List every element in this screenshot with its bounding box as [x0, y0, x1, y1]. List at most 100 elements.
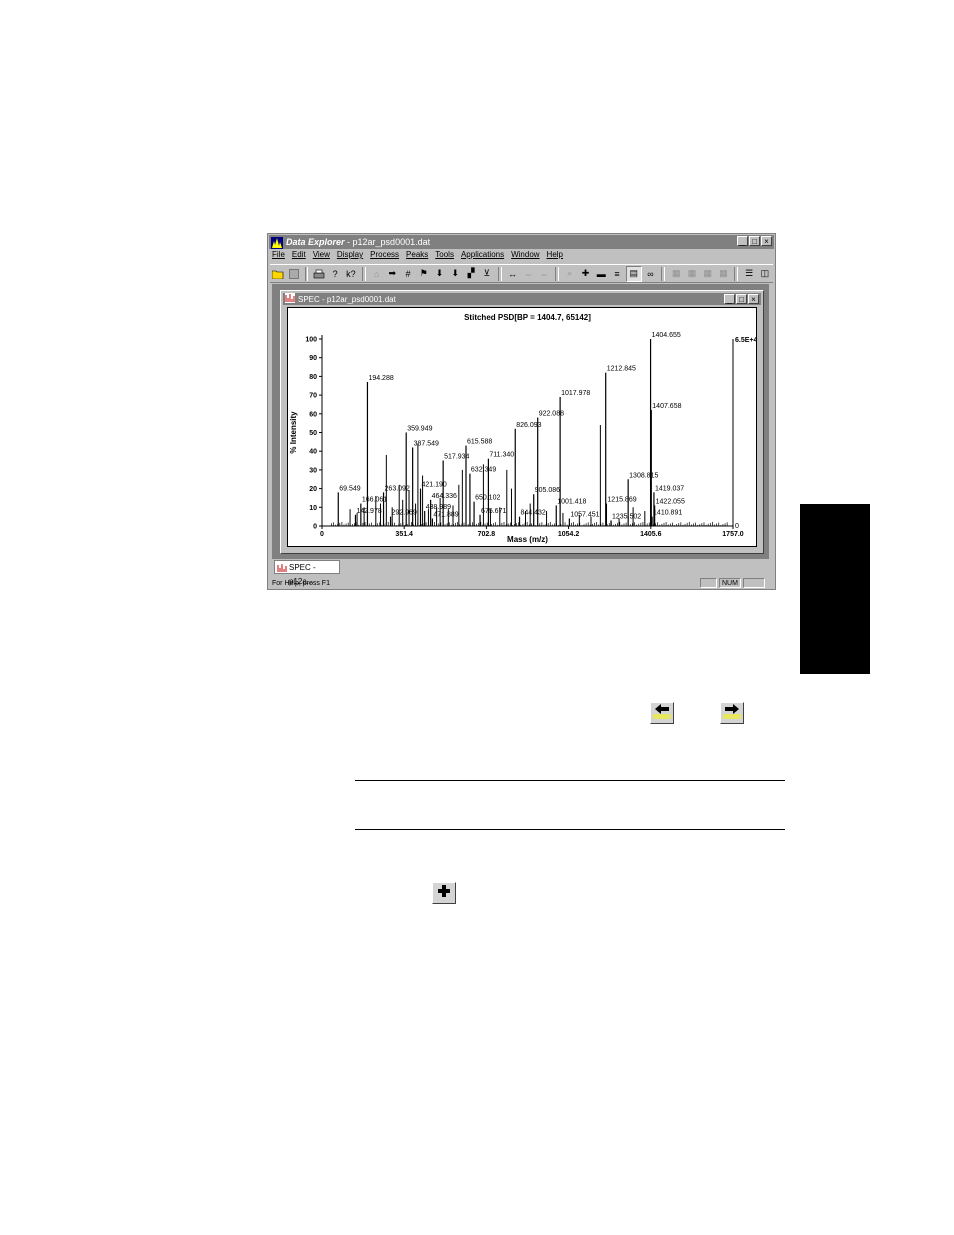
chapter-thumb-tab: [800, 504, 870, 674]
layout-b-icon[interactable]: ◫: [758, 267, 772, 281]
y-tick-label: 90: [309, 355, 317, 362]
peak-label: 1404.655: [652, 332, 681, 339]
note-rule-bottom: [355, 829, 785, 830]
arrow-right-icon: [723, 703, 741, 724]
y-tick-label: 30: [309, 467, 317, 474]
minus-icon[interactable]: ▬: [594, 267, 608, 281]
x-axis-label: Mass (m/z): [507, 535, 548, 544]
peak-label: 387.549: [414, 440, 439, 447]
menu-help[interactable]: Help: [547, 250, 563, 262]
spectrum-plot[interactable]: Stitched PSD[BP = 1404.7, 65142] Mass (m/…: [287, 307, 757, 547]
max-intensity-label: 6.5E+4: [735, 337, 756, 344]
open-icon[interactable]: [271, 267, 285, 281]
tile-4-icon[interactable]: ▦: [717, 267, 731, 281]
menu-view[interactable]: View: [313, 250, 330, 262]
save-icon[interactable]: [287, 267, 301, 281]
spectrum-title: SPEC - p12ar_psd0001.dat: [298, 294, 396, 304]
peak-label: 650.102: [475, 495, 500, 502]
forward-icon[interactable]: ⇔: [537, 267, 551, 281]
peak-label: 1017.978: [561, 390, 590, 397]
menu-tools[interactable]: Tools: [435, 250, 454, 262]
spectrum-minimize-button[interactable]: _: [724, 294, 735, 304]
y-tick-label: 40: [309, 449, 317, 456]
peak-list-icon[interactable]: ≡: [610, 267, 624, 281]
x-tick-label: 1757.0: [722, 531, 744, 538]
spectrum-maximize-button[interactable]: □: [736, 294, 747, 304]
menu-applications[interactable]: Applications: [461, 250, 504, 262]
status-bar: For Help, press F1 NUM: [270, 578, 773, 589]
peak-label: 194.288: [368, 375, 393, 382]
peak-label-icon[interactable]: ⌂: [370, 267, 384, 281]
print-icon[interactable]: [312, 267, 326, 281]
status-num: NUM: [719, 578, 741, 588]
peak-label: 1419.037: [655, 485, 684, 492]
mass-spectrum-chart[interactable]: Stitched PSD[BP = 1404.7, 65142] Mass (m/…: [288, 308, 757, 546]
peak-label: 464.336: [432, 493, 457, 500]
status-help-text: For Help, press F1: [272, 580, 330, 587]
spectrum-title-bar[interactable]: SPEC - p12ar_psd0001.dat _ □ ×: [283, 293, 761, 305]
back-icon[interactable]: ⇔: [521, 267, 535, 281]
arrow-down-icon[interactable]: ⬇: [433, 267, 447, 281]
plus-icon: [438, 884, 450, 902]
right-zero-label: 0: [735, 523, 739, 530]
x-tick-label: 0: [320, 531, 324, 538]
document-tab[interactable]: SPEC - p12a...: [274, 560, 340, 586]
peak-label: 359.949: [407, 426, 432, 433]
previous-peak-button-illustration: [650, 702, 674, 724]
peak-label: 1235.502: [612, 513, 641, 520]
toolbar: ? k? ⌂ ➡ # ⚑ ⬇ ⬇ ▞ ⊻ ↔ ⇔ ⇔ ⌕ ✚ ▬ ≡ ▤ ∞ ▦…: [270, 264, 773, 283]
y-tick-label: 70: [309, 393, 317, 400]
minimize-button[interactable]: _: [737, 236, 748, 246]
spectrum-window: SPEC - p12ar_psd0001.dat _ □ × Stitched …: [280, 290, 764, 554]
tile-2-icon[interactable]: ▦: [685, 267, 699, 281]
y-tick-label: 20: [309, 486, 317, 493]
maximize-button[interactable]: □: [749, 236, 760, 246]
y-tick-label: 50: [309, 430, 317, 437]
note-rule-top: [355, 780, 785, 781]
zoom-icon[interactable]: ⌕: [563, 267, 577, 281]
peak-label: 711.340: [489, 452, 514, 459]
tile-1-icon[interactable]: ▦: [669, 267, 683, 281]
label-icon[interactable]: ▞: [464, 267, 478, 281]
data-explorer-window: Data Explorer - p12ar_psd0001.dat _ □ × …: [267, 233, 776, 590]
x-tick-label: 351.4: [395, 531, 413, 538]
y-tick-label: 10: [309, 505, 317, 512]
menu-window[interactable]: Window: [511, 250, 539, 262]
expand-icon[interactable]: ↔: [506, 267, 520, 281]
help-icon[interactable]: ?: [328, 267, 342, 281]
y-tick-label: 80: [309, 374, 317, 381]
arrow-down-2-icon[interactable]: ⬇: [448, 267, 462, 281]
title-bar[interactable]: Data Explorer - p12ar_psd0001.dat _ □ ×: [269, 235, 774, 249]
layout-a-icon[interactable]: ☰: [742, 267, 756, 281]
peak-label: 1407.658: [652, 403, 681, 410]
add-button-illustration: [432, 882, 456, 904]
center-icon[interactable]: ⊻: [480, 267, 494, 281]
sl-icon[interactable]: ▤: [625, 265, 642, 282]
spectrum-close-button[interactable]: ×: [748, 294, 759, 304]
spectrum-icon: [285, 290, 295, 308]
peak-label: 1308.815: [629, 472, 658, 479]
menu-process[interactable]: Process: [370, 250, 399, 262]
menu-display[interactable]: Display: [337, 250, 363, 262]
peak-label: 1215.869: [607, 497, 636, 504]
peak-label: 471.889: [433, 512, 458, 519]
hash-icon[interactable]: #: [401, 267, 415, 281]
tile-3-icon[interactable]: ▦: [701, 267, 715, 281]
status-cell-blank: [700, 578, 717, 588]
y-tick-label: 0: [313, 524, 317, 531]
peak-label: 615.588: [467, 439, 492, 446]
y-tick-label: 100: [305, 337, 317, 344]
menu-edit[interactable]: Edit: [292, 250, 306, 262]
x-tick-label: 1054.2: [558, 531, 580, 538]
peak-label: 438.989: [426, 504, 451, 511]
window-title: Data Explorer - p12ar_psd0001.dat: [286, 237, 431, 247]
close-button[interactable]: ×: [761, 236, 772, 246]
peak-label: 1001.418: [557, 498, 586, 505]
plus-icon[interactable]: ✚: [579, 267, 593, 281]
flag-icon[interactable]: ⚑: [417, 267, 431, 281]
menu-file[interactable]: File: [272, 250, 285, 262]
arrow-right-icon[interactable]: ➡: [385, 267, 399, 281]
glasses-icon[interactable]: ∞: [644, 267, 658, 281]
context-help-icon[interactable]: k?: [344, 267, 358, 281]
menu-peaks[interactable]: Peaks: [406, 250, 428, 262]
